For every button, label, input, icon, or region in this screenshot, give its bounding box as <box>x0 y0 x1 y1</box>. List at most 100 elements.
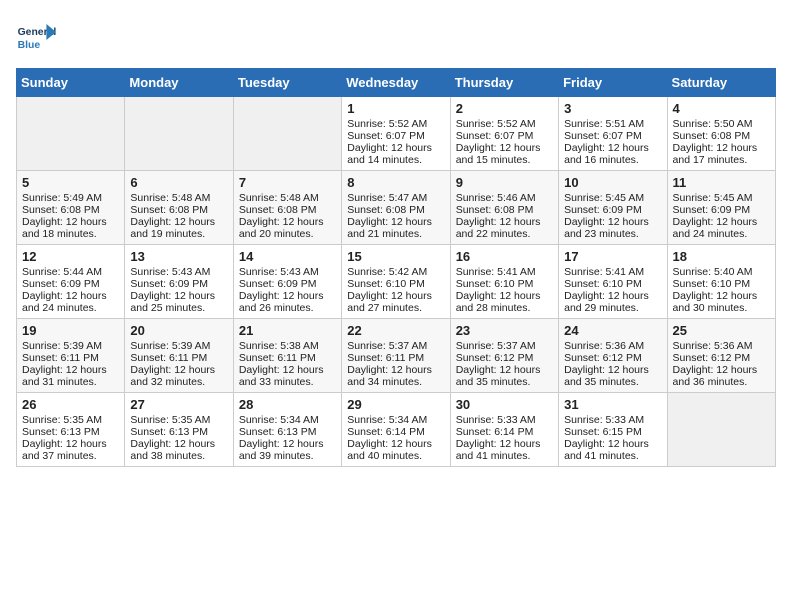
cell-info: Sunset: 6:09 PM <box>673 204 770 216</box>
cell-info: Daylight: 12 hours and 32 minutes. <box>130 364 227 388</box>
cell-info: Daylight: 12 hours and 33 minutes. <box>239 364 336 388</box>
calendar-cell: 22Sunrise: 5:37 AMSunset: 6:11 PMDayligh… <box>342 319 450 393</box>
cell-info: Sunrise: 5:36 AM <box>673 340 770 352</box>
cell-info: Sunset: 6:10 PM <box>347 278 444 290</box>
cell-info: Daylight: 12 hours and 41 minutes. <box>456 438 553 462</box>
cell-info: Daylight: 12 hours and 23 minutes. <box>564 216 661 240</box>
cell-info: Daylight: 12 hours and 38 minutes. <box>130 438 227 462</box>
cell-info: Sunrise: 5:43 AM <box>239 266 336 278</box>
calendar-cell: 28Sunrise: 5:34 AMSunset: 6:13 PMDayligh… <box>233 393 341 467</box>
weekday-header-tuesday: Tuesday <box>233 69 341 97</box>
day-number: 18 <box>673 249 770 264</box>
day-number: 17 <box>564 249 661 264</box>
day-number: 3 <box>564 101 661 116</box>
calendar-cell: 29Sunrise: 5:34 AMSunset: 6:14 PMDayligh… <box>342 393 450 467</box>
calendar-cell: 16Sunrise: 5:41 AMSunset: 6:10 PMDayligh… <box>450 245 558 319</box>
weekday-header-saturday: Saturday <box>667 69 775 97</box>
cell-info: Daylight: 12 hours and 30 minutes. <box>673 290 770 314</box>
cell-info: Sunset: 6:08 PM <box>22 204 119 216</box>
day-number: 15 <box>347 249 444 264</box>
svg-text:Blue: Blue <box>18 40 41 51</box>
day-number: 26 <box>22 397 119 412</box>
cell-info: Daylight: 12 hours and 17 minutes. <box>673 142 770 166</box>
cell-info: Sunset: 6:11 PM <box>130 352 227 364</box>
calendar-cell: 14Sunrise: 5:43 AMSunset: 6:09 PMDayligh… <box>233 245 341 319</box>
cell-info: Daylight: 12 hours and 26 minutes. <box>239 290 336 314</box>
day-number: 20 <box>130 323 227 338</box>
day-number: 28 <box>239 397 336 412</box>
week-row-5: 26Sunrise: 5:35 AMSunset: 6:13 PMDayligh… <box>17 393 776 467</box>
cell-info: Daylight: 12 hours and 28 minutes. <box>456 290 553 314</box>
cell-info: Sunrise: 5:34 AM <box>347 414 444 426</box>
week-row-3: 12Sunrise: 5:44 AMSunset: 6:09 PMDayligh… <box>17 245 776 319</box>
cell-info: Daylight: 12 hours and 39 minutes. <box>239 438 336 462</box>
day-number: 11 <box>673 175 770 190</box>
day-number: 31 <box>564 397 661 412</box>
week-row-1: 1Sunrise: 5:52 AMSunset: 6:07 PMDaylight… <box>17 97 776 171</box>
cell-info: Sunrise: 5:39 AM <box>22 340 119 352</box>
cell-info: Sunrise: 5:51 AM <box>564 118 661 130</box>
weekday-header-wednesday: Wednesday <box>342 69 450 97</box>
cell-info: Sunrise: 5:46 AM <box>456 192 553 204</box>
day-number: 6 <box>130 175 227 190</box>
cell-info: Sunset: 6:08 PM <box>239 204 336 216</box>
calendar-cell: 4Sunrise: 5:50 AMSunset: 6:08 PMDaylight… <box>667 97 775 171</box>
logo-icon: General Blue <box>16 16 56 56</box>
day-number: 30 <box>456 397 553 412</box>
cell-info: Daylight: 12 hours and 24 minutes. <box>22 290 119 314</box>
weekday-header-sunday: Sunday <box>17 69 125 97</box>
day-number: 7 <box>239 175 336 190</box>
calendar-cell: 18Sunrise: 5:40 AMSunset: 6:10 PMDayligh… <box>667 245 775 319</box>
day-number: 12 <box>22 249 119 264</box>
cell-info: Sunset: 6:09 PM <box>564 204 661 216</box>
cell-info: Daylight: 12 hours and 20 minutes. <box>239 216 336 240</box>
cell-info: Daylight: 12 hours and 37 minutes. <box>22 438 119 462</box>
cell-info: Sunset: 6:13 PM <box>22 426 119 438</box>
cell-info: Sunrise: 5:34 AM <box>239 414 336 426</box>
cell-info: Sunset: 6:09 PM <box>22 278 119 290</box>
cell-info: Daylight: 12 hours and 14 minutes. <box>347 142 444 166</box>
day-number: 23 <box>456 323 553 338</box>
cell-info: Sunrise: 5:35 AM <box>22 414 119 426</box>
cell-info: Sunset: 6:11 PM <box>22 352 119 364</box>
day-number: 1 <box>347 101 444 116</box>
week-row-4: 19Sunrise: 5:39 AMSunset: 6:11 PMDayligh… <box>17 319 776 393</box>
cell-info: Sunset: 6:15 PM <box>564 426 661 438</box>
calendar-cell: 9Sunrise: 5:46 AMSunset: 6:08 PMDaylight… <box>450 171 558 245</box>
logo: General Blue <box>16 16 60 56</box>
cell-info: Sunset: 6:12 PM <box>564 352 661 364</box>
cell-info: Sunset: 6:08 PM <box>347 204 444 216</box>
cell-info: Sunrise: 5:41 AM <box>564 266 661 278</box>
calendar-cell <box>233 97 341 171</box>
cell-info: Sunrise: 5:35 AM <box>130 414 227 426</box>
cell-info: Daylight: 12 hours and 34 minutes. <box>347 364 444 388</box>
calendar-cell: 23Sunrise: 5:37 AMSunset: 6:12 PMDayligh… <box>450 319 558 393</box>
cell-info: Sunset: 6:11 PM <box>347 352 444 364</box>
weekday-header-monday: Monday <box>125 69 233 97</box>
cell-info: Sunset: 6:14 PM <box>456 426 553 438</box>
day-number: 25 <box>673 323 770 338</box>
cell-info: Sunset: 6:08 PM <box>673 130 770 142</box>
calendar-table: SundayMondayTuesdayWednesdayThursdayFrid… <box>16 68 776 467</box>
cell-info: Sunset: 6:08 PM <box>456 204 553 216</box>
day-number: 16 <box>456 249 553 264</box>
day-number: 8 <box>347 175 444 190</box>
day-number: 13 <box>130 249 227 264</box>
calendar-cell: 19Sunrise: 5:39 AMSunset: 6:11 PMDayligh… <box>17 319 125 393</box>
cell-info: Sunrise: 5:38 AM <box>239 340 336 352</box>
day-number: 19 <box>22 323 119 338</box>
cell-info: Daylight: 12 hours and 18 minutes. <box>22 216 119 240</box>
cell-info: Sunrise: 5:49 AM <box>22 192 119 204</box>
day-number: 21 <box>239 323 336 338</box>
calendar-cell: 12Sunrise: 5:44 AMSunset: 6:09 PMDayligh… <box>17 245 125 319</box>
cell-info: Daylight: 12 hours and 25 minutes. <box>130 290 227 314</box>
cell-info: Daylight: 12 hours and 36 minutes. <box>673 364 770 388</box>
calendar-cell <box>667 393 775 467</box>
week-row-2: 5Sunrise: 5:49 AMSunset: 6:08 PMDaylight… <box>17 171 776 245</box>
cell-info: Daylight: 12 hours and 15 minutes. <box>456 142 553 166</box>
cell-info: Sunrise: 5:43 AM <box>130 266 227 278</box>
cell-info: Daylight: 12 hours and 19 minutes. <box>130 216 227 240</box>
cell-info: Daylight: 12 hours and 35 minutes. <box>456 364 553 388</box>
cell-info: Daylight: 12 hours and 27 minutes. <box>347 290 444 314</box>
calendar-cell: 2Sunrise: 5:52 AMSunset: 6:07 PMDaylight… <box>450 97 558 171</box>
